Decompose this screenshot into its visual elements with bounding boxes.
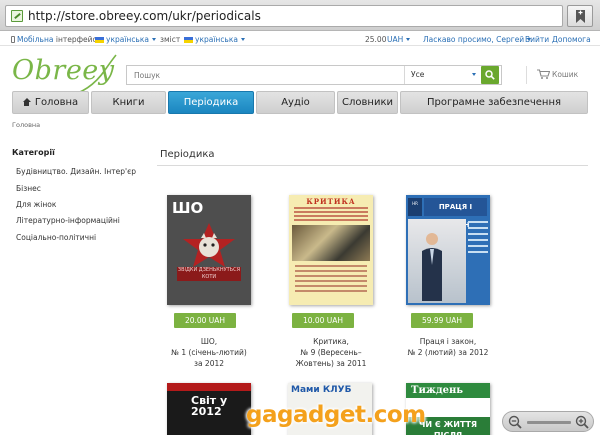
logout-link[interactable]: Вийти [525, 35, 549, 44]
tab-books[interactable]: Книги [91, 91, 166, 114]
cover-text-lines [468, 221, 488, 257]
phone-icon [11, 36, 15, 43]
cover-headline: ЗВІДКИ ДЗЕНЬКНУТЬСЯ КОТИ [177, 267, 241, 281]
cover-contents-lines [294, 207, 368, 223]
ukraine-flag-icon [184, 37, 193, 43]
watermark: gagadget.com [246, 402, 426, 428]
cover-masthead: Мами КЛУБ [291, 385, 352, 395]
product-title[interactable]: ШО, № 1 (січень-лютий) за 2012 [154, 336, 264, 369]
currency-select[interactable]: UAH [387, 35, 411, 44]
zoom-slider[interactable] [527, 421, 571, 424]
sidebar-item-business[interactable]: Бізнес [16, 184, 41, 193]
product-title[interactable]: Праця і закон, № 2 (лютий) за 2012 [393, 336, 503, 358]
cover-strip [167, 383, 251, 391]
bookmark-button[interactable] [567, 5, 593, 27]
url-field[interactable]: http://store.obreey.com/ukr/periodicals [5, 5, 563, 27]
title-divider [157, 165, 588, 166]
product-cover-pratsia-i-zakon[interactable]: HR ПРАЦЯ І ЗАКОН [406, 195, 490, 305]
help-link[interactable]: Допомога [552, 35, 591, 44]
tab-periodicals[interactable]: Періодика [168, 91, 254, 114]
url-text: http://store.obreey.com/ukr/periodicals [28, 9, 261, 23]
site-topbar: Мобільна інтерфейс українська зміст укра… [0, 32, 600, 46]
cart-link[interactable]: Кошик [537, 69, 578, 79]
tab-dictionaries[interactable]: Словники [337, 91, 398, 114]
header-divider [526, 66, 527, 84]
cover-star-illustration [183, 223, 235, 267]
cover-person-illustration [422, 233, 442, 301]
price-button[interactable]: 59.99 UAH [411, 313, 473, 328]
cover-photo [292, 225, 370, 261]
search-box: Усе [126, 65, 502, 85]
zoom-in-icon[interactable] [575, 415, 589, 429]
page-title: Періодика [160, 149, 215, 160]
mobile-interface-link[interactable]: Мобільна інтерфейс [11, 35, 97, 44]
tab-software[interactable]: Програмне забезпечення [400, 91, 588, 114]
zoom-control [502, 411, 594, 432]
sidebar-item-construction[interactable]: Будівництво. Дизайн. Інтер'єр [16, 167, 136, 176]
cover-masthead: Світ у 2012 [191, 394, 228, 418]
cover-masthead: Тиждень [406, 383, 490, 398]
chevron-down-icon [406, 38, 411, 41]
sidebar-item-socio-political[interactable]: Соціально-політичні [16, 233, 96, 242]
cart-icon [537, 69, 551, 79]
browser-toolbar: http://store.obreey.com/ukr/periodicals [0, 0, 600, 31]
chevron-down-icon [472, 73, 476, 76]
search-button[interactable] [481, 66, 499, 84]
search-input[interactable] [127, 66, 403, 84]
home-icon [22, 98, 31, 106]
balance-amount: 25.00 [365, 35, 387, 44]
content-language-select[interactable]: українська [184, 35, 245, 44]
interface-language-select[interactable]: українська [95, 35, 156, 44]
cover-masthead: КРИТИКА [306, 197, 356, 206]
zoom-out-icon[interactable] [508, 415, 522, 429]
product-cover-sho[interactable]: ШО ЗВІДКИ ДЗЕНЬКНУТЬСЯ КОТИ [167, 195, 251, 305]
product-cover-krytyka[interactable]: КРИТИКА [289, 195, 373, 305]
sidebar-item-women[interactable]: Для жінок [16, 200, 56, 209]
cover-masthead: ПРАЦЯ І ЗАКОН [424, 198, 487, 229]
tab-audio[interactable]: Аудіо [256, 91, 335, 114]
product-title[interactable]: Критика, № 9 (Вересень– Жовтень) за 2011 [276, 336, 386, 369]
ukraine-flag-icon [95, 37, 104, 43]
cover-masthead: ШО [172, 199, 204, 217]
search-category-select[interactable]: Усе [404, 66, 482, 84]
breadcrumb[interactable]: Головна [12, 121, 40, 129]
price-button[interactable]: 20.00 UAH [174, 313, 236, 328]
sidebar-title: Категорії [12, 148, 55, 157]
search-icon [485, 70, 495, 80]
price-button[interactable]: 10.00 UAH [292, 313, 354, 328]
content-label: зміст [160, 35, 181, 44]
bookmark-icon [576, 10, 585, 23]
chevron-down-icon [240, 38, 245, 41]
cover-text-lines [295, 265, 367, 295]
sidebar-item-literary[interactable]: Літературно-інформаційні [16, 216, 120, 225]
user-menu[interactable]: Ласкаво просимо, Сергей [423, 35, 532, 44]
tab-home[interactable]: Головна [12, 91, 89, 114]
product-cover-svit[interactable]: Світ у 2012 [167, 383, 251, 435]
main-nav: Головна Книги Періодика Аудіо Словники П… [12, 91, 588, 114]
cover-tag: HR [408, 198, 422, 216]
edit-page-icon [11, 10, 23, 22]
chevron-down-icon [151, 38, 156, 41]
